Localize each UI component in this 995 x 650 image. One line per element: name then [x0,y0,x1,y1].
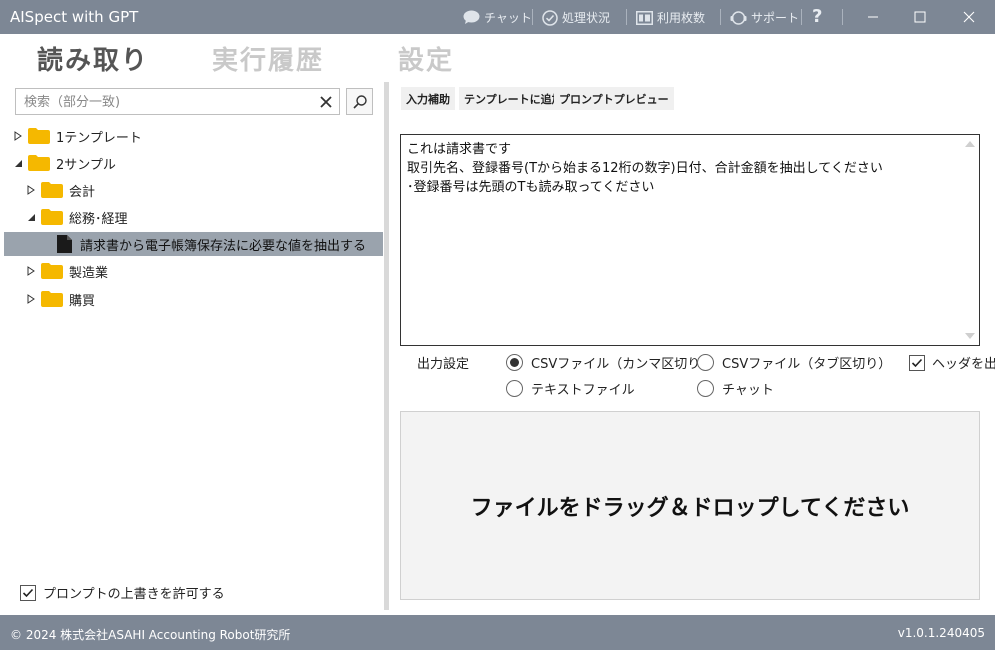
checkmark-icon [22,588,34,597]
close-button[interactable] [945,0,993,34]
header-checkbox[interactable] [909,354,925,371]
search-box [15,88,340,115]
status-menu-button[interactable]: 処理状況 [542,9,610,26]
search-button[interactable] [346,88,373,115]
output-settings-label: 出力設定 [417,357,470,372]
tree-item-file-selected[interactable]: 請求書から電子帳簿保存法に必要な値を抽出する [4,232,383,256]
prompt-preview-button[interactable]: プロンプトプレビュー [554,87,674,110]
document-icon [57,235,72,253]
support-icon [730,10,747,26]
title-separator [626,9,627,25]
checkmark-icon [911,358,923,367]
drop-zone-label: ファイルをドラッグ＆ドロップしてください [470,495,910,521]
search-input[interactable] [24,93,314,111]
footer-bar: © 2024 株式会社ASAHI Accounting Robot研究所 v1.… [0,615,995,650]
clear-icon[interactable] [319,95,333,109]
tree-item-label: 購買 [69,293,96,309]
counter-icon [636,10,653,25]
tree-item-label: 請求書から電子帳簿保存法に必要な値を抽出する [80,238,367,254]
help-icon: ? [812,6,823,27]
help-button[interactable]: ? [812,6,822,27]
usage-menu-button[interactable]: 利用枚数 [636,9,705,26]
app-title: AISpect with GPT [10,8,139,26]
support-menu-button[interactable]: サポート [730,9,799,26]
prompt-line: これは請求書です [407,142,512,157]
allow-overwrite-option[interactable]: プロンプトの上書きを許可する [20,583,225,602]
chat-menu-button[interactable]: チャット [463,9,532,26]
tab-read[interactable]: 読み取り [37,40,149,77]
radio-button[interactable] [506,380,523,397]
title-separator [532,9,533,25]
minimize-button[interactable] [850,0,896,34]
prompt-line: 取引先名、登録番号(Tから始まる12桁の数字)日付、合計金額を抽出してください [407,161,883,176]
folder-icon [41,209,63,225]
file-drop-zone[interactable]: ファイルをドラッグ＆ドロップしてください [400,411,980,600]
header-option-label: ヘッダを出 [932,357,995,372]
tree-item-folder[interactable]: 1テンプレート [12,124,142,148]
add-template-button[interactable]: テンプレートに追加 [459,87,568,110]
title-separator [720,9,721,25]
minimize-icon [868,16,878,18]
support-menu-label: サポート [751,11,800,25]
output-chat-option[interactable]: チャット [697,379,774,398]
tree-item-label: 1テンプレート [56,130,142,146]
check-circle-icon [542,9,558,26]
tree-item-folder[interactable]: 製造業 [25,259,108,283]
expand-arrow-icon[interactable] [25,265,37,277]
output-option-label: テキストファイル [531,383,635,398]
folder-icon [28,155,50,171]
tree-item-label: 2サンプル [56,157,116,173]
title-separator [842,9,843,25]
tree-item-folder[interactable]: 総務･経理 [25,205,128,229]
tab-settings[interactable]: 設定 [398,40,454,77]
output-csv-tab-option[interactable]: CSVファイル（タブ区切り） [697,353,891,372]
close-icon [963,11,975,23]
usage-menu-label: 利用枚数 [657,11,706,25]
radio-button[interactable] [506,354,523,371]
expand-arrow-icon[interactable] [12,130,24,142]
tree-item-folder[interactable]: 会計 [25,178,95,202]
radio-button[interactable] [697,354,714,371]
folder-icon [41,291,63,307]
output-text-option[interactable]: テキストファイル [506,379,635,398]
prompt-textarea[interactable]: これは請求書です 取引先名、登録番号(Tから始まる12桁の数字)日付、合計金額を… [400,134,980,346]
collapse-arrow-icon[interactable] [12,157,24,169]
search-icon [352,94,367,109]
folder-icon [41,182,63,198]
expand-arrow-icon[interactable] [25,293,37,305]
folder-icon [28,128,50,144]
title-separator [801,9,802,25]
header-output-option[interactable]: ヘッダを出 [909,353,995,372]
scroll-down-icon[interactable] [965,333,975,339]
folder-icon [41,263,63,279]
tree-item-folder[interactable]: 2サンプル [12,151,116,175]
copyright-text: © 2024 株式会社ASAHI Accounting Robot研究所 [10,628,291,642]
tab-history[interactable]: 実行履歴 [212,40,324,77]
status-menu-label: 処理状況 [562,11,611,25]
input-assist-button[interactable]: 入力補助 [401,87,455,110]
tree-item-label: 総務･経理 [69,211,128,227]
version-text: v1.0.1.240405 [897,626,985,640]
expand-arrow-icon[interactable] [25,184,37,196]
prompt-line: ･登録番号は先頭のTも読み取ってください [407,180,655,195]
maximize-icon [914,11,926,23]
output-csv-comma-option[interactable]: CSVファイル（カンマ区切り） [506,353,713,372]
tree-item-label: 会計 [69,184,96,200]
output-option-label: チャット [722,383,774,398]
chat-icon [463,10,480,25]
tree-item-folder[interactable]: 購買 [25,287,95,311]
scroll-up-icon[interactable] [965,141,975,147]
collapse-arrow-icon[interactable] [25,211,37,223]
panel-splitter[interactable] [384,82,389,610]
output-option-label: CSVファイル（タブ区切り） [722,357,892,372]
tree-item-label: 製造業 [69,265,109,281]
maximize-button[interactable] [897,0,943,34]
chat-menu-label: チャット [484,11,532,25]
allow-overwrite-checkbox[interactable] [20,584,36,601]
title-bar: AISpect with GPT チャット 処理状況 利用枚数 サポート ? [0,0,995,34]
allow-overwrite-label: プロンプトの上書きを許可する [43,587,225,602]
radio-button[interactable] [697,380,714,397]
output-option-label: CSVファイル（カンマ区切り） [531,357,714,372]
